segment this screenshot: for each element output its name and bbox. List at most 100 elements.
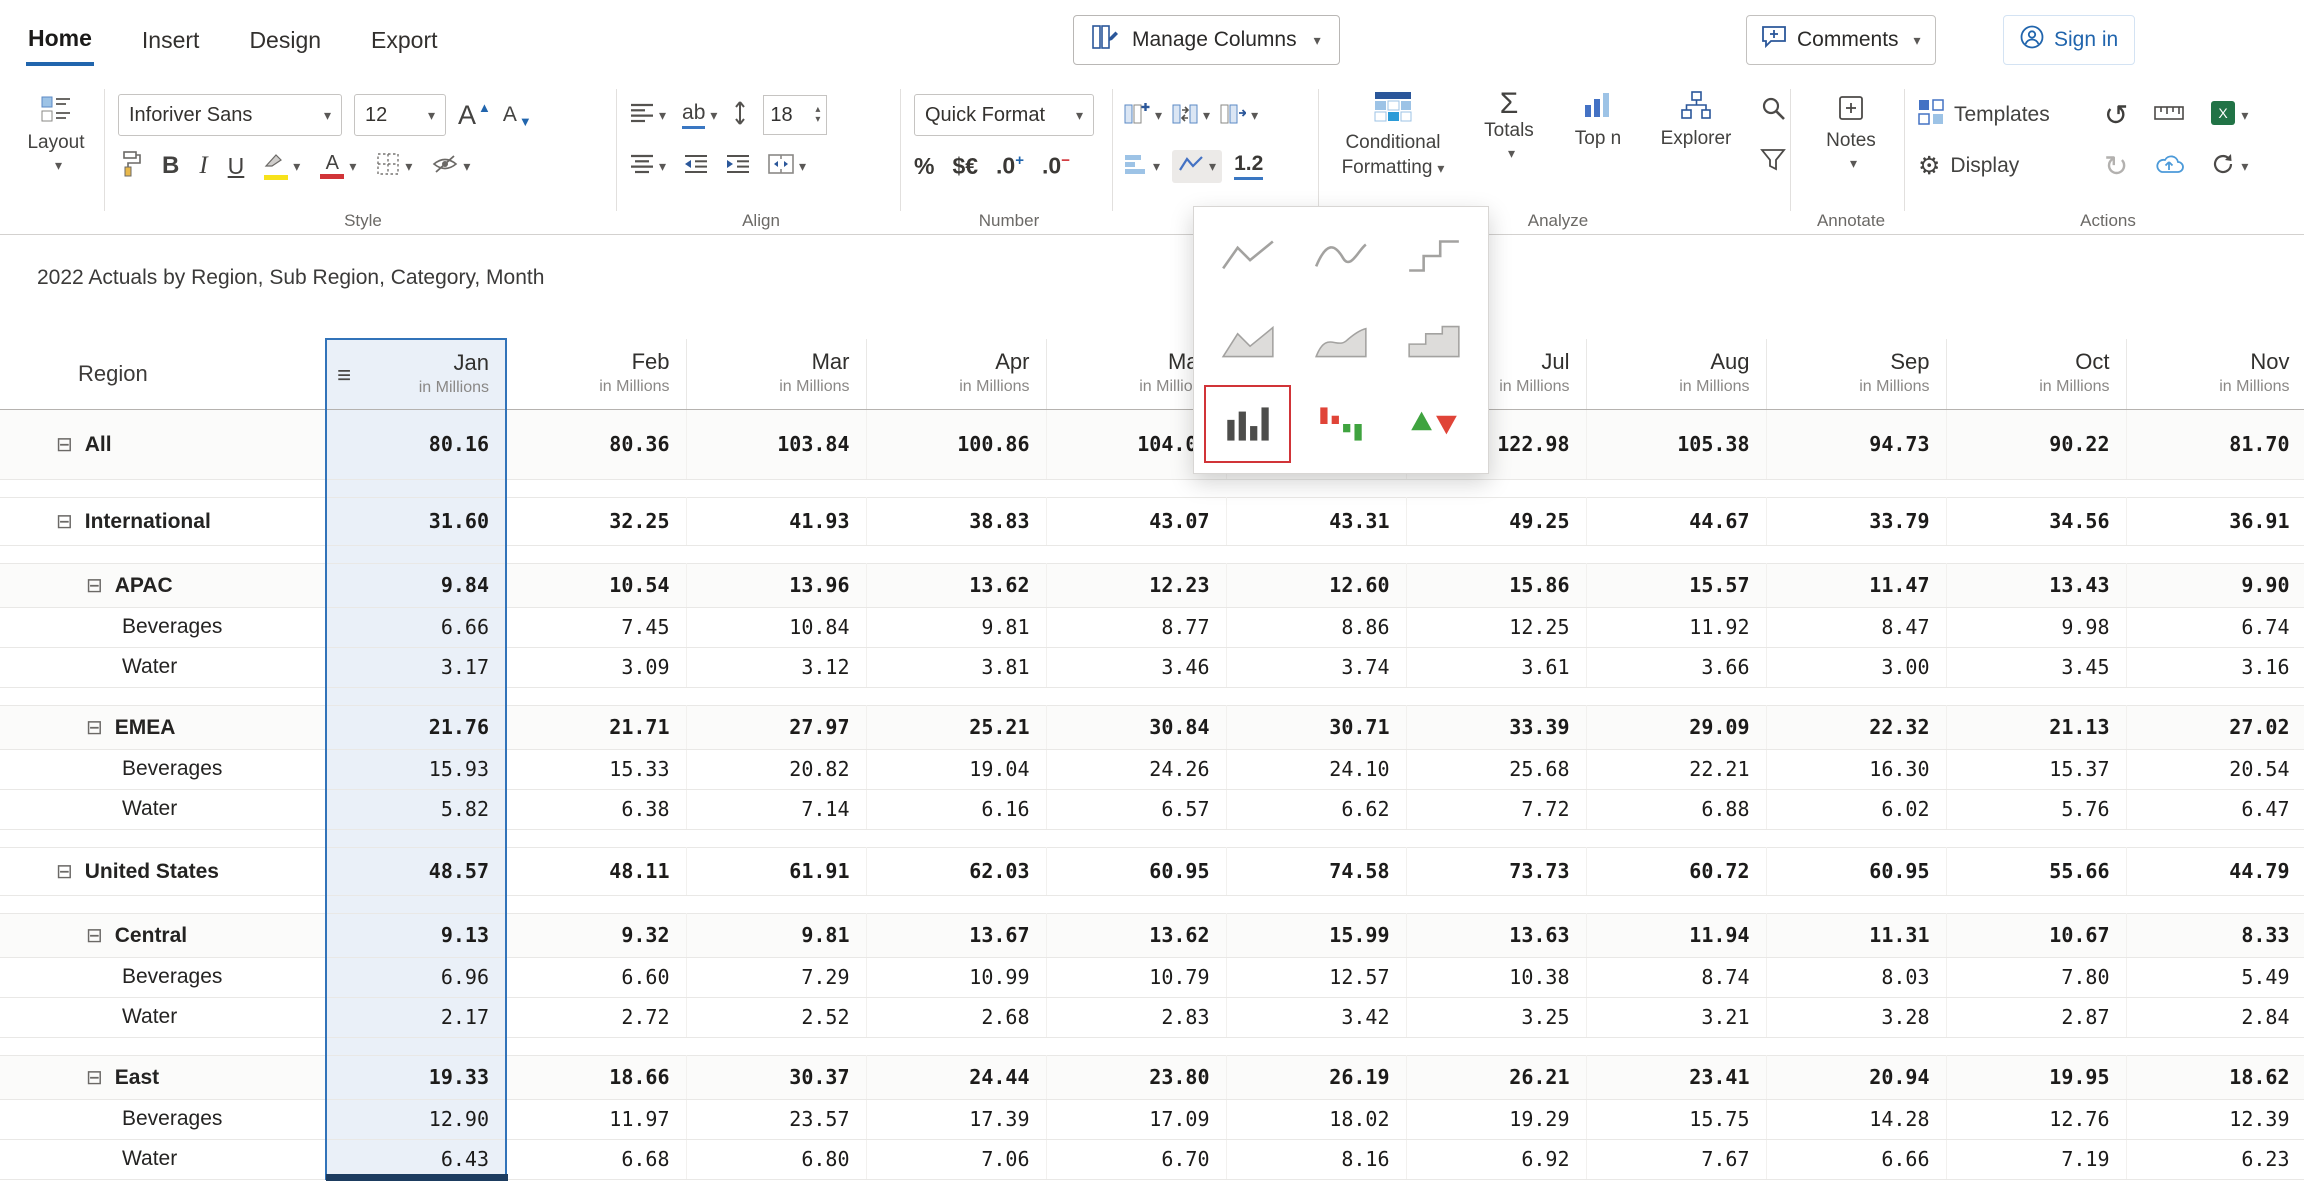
collapse-icon[interactable]: ⊟ (56, 434, 73, 456)
table-cell[interactable]: 11.92 (1586, 607, 1766, 647)
table-cell[interactable]: 15.99 (1226, 913, 1406, 957)
font-size-select[interactable]: 12 ▾ (354, 94, 446, 136)
collapse-icon[interactable]: ⊟ (86, 575, 103, 597)
visibility-button[interactable]: ▾ (432, 154, 470, 179)
conditional-formatting-button[interactable]: Conditional Formatting▾ (1332, 91, 1454, 179)
table-cell[interactable]: 10.67 (1946, 913, 2126, 957)
table-cell[interactable]: 60.72 (1586, 847, 1766, 895)
export-excel-button[interactable]: X▾ (2210, 100, 2248, 131)
row-label[interactable]: Water (0, 789, 326, 829)
table-cell[interactable]: 48.57 (326, 847, 506, 895)
table-cell[interactable]: 23.41 (1586, 1055, 1766, 1099)
sparkline-option-win-loss[interactable] (1297, 385, 1384, 463)
totals-button[interactable]: Σ Totals ▾ (1474, 91, 1544, 162)
table-cell[interactable]: 12.60 (1226, 563, 1406, 607)
table-cell[interactable]: 10.99 (866, 957, 1046, 997)
sparkline-button[interactable]: ▾ (1172, 150, 1222, 183)
shrink-font-button[interactable]: A▼ (503, 103, 532, 127)
table-cell[interactable]: 7.67 (1586, 1139, 1766, 1179)
table-cell[interactable]: 2.83 (1046, 997, 1226, 1037)
table-cell[interactable]: 2.87 (1946, 997, 2126, 1037)
table-cell[interactable]: 20.54 (2126, 749, 2304, 789)
column-header-region[interactable]: Region (0, 339, 326, 409)
table-cell[interactable]: 9.81 (686, 913, 866, 957)
table-cell[interactable]: 6.66 (326, 607, 506, 647)
table-cell[interactable]: 20.82 (686, 749, 866, 789)
filter-button[interactable] (1760, 148, 1786, 177)
table-cell[interactable]: 8.47 (1766, 607, 1946, 647)
row-label[interactable]: Beverages (0, 1099, 326, 1139)
decrease-indent-button[interactable] (684, 154, 708, 179)
table-cell[interactable]: 6.68 (506, 1139, 686, 1179)
table-cell[interactable]: 6.70 (1046, 1139, 1226, 1179)
table-cell[interactable]: 105.38 (1586, 409, 1766, 479)
row-label[interactable]: Beverages (0, 607, 326, 647)
table-cell[interactable]: 12.90 (326, 1099, 506, 1139)
table-cell[interactable]: 27.02 (2126, 705, 2304, 749)
row-label[interactable]: ⊟Central (0, 913, 326, 957)
increase-indent-button[interactable] (726, 154, 750, 179)
table-cell[interactable]: 90.22 (1946, 409, 2126, 479)
row-label[interactable]: Water (0, 1139, 326, 1179)
table-cell[interactable]: 6.74 (2126, 607, 2304, 647)
percent-format-button[interactable]: % (914, 153, 934, 180)
row-label[interactable]: Water (0, 647, 326, 687)
table-cell[interactable]: 43.31 (1226, 497, 1406, 545)
data-bars-button[interactable]: ▾ (1124, 153, 1160, 180)
row-label[interactable]: ⊟United States (0, 847, 326, 895)
table-cell[interactable]: 6.47 (2126, 789, 2304, 829)
table-cell[interactable]: 18.66 (506, 1055, 686, 1099)
table-cell[interactable]: 10.79 (1046, 957, 1226, 997)
table-cell[interactable]: 9.84 (326, 563, 506, 607)
currency-format-button[interactable]: $€ (952, 153, 978, 180)
collapse-icon[interactable]: ⊟ (56, 861, 73, 883)
table-cell[interactable]: 21.76 (326, 705, 506, 749)
table-cell[interactable]: 13.43 (1946, 563, 2126, 607)
wrap-text-button[interactable]: ab ▾ (682, 101, 717, 129)
tab-design[interactable]: Design (247, 17, 323, 64)
table-cell[interactable]: 6.66 (1766, 1139, 1946, 1179)
decimal-places-button[interactable]: 1.2 (1234, 152, 1263, 180)
table-cell[interactable]: 17.09 (1046, 1099, 1226, 1139)
table-cell[interactable]: 12.76 (1946, 1099, 2126, 1139)
row-label[interactable]: ⊟All (0, 409, 326, 479)
move-column-button[interactable]: ▾ (1220, 101, 1258, 130)
table-cell[interactable]: 36.91 (2126, 497, 2304, 545)
table-cell[interactable]: 25.21 (866, 705, 1046, 749)
tab-export[interactable]: Export (369, 17, 439, 64)
table-cell[interactable]: 10.84 (686, 607, 866, 647)
table-cell[interactable]: 34.56 (1946, 497, 2126, 545)
table-cell[interactable]: 23.57 (686, 1099, 866, 1139)
table-cell[interactable]: 33.79 (1766, 497, 1946, 545)
table-cell[interactable]: 33.39 (1406, 705, 1586, 749)
sparkline-option-arrow-markers[interactable] (1391, 385, 1478, 463)
redo-button[interactable]: ↻ (2104, 149, 2128, 184)
horizontal-align-button[interactable]: ▾ (630, 103, 666, 128)
row-label[interactable]: ⊟EMEA (0, 705, 326, 749)
table-cell[interactable]: 2.17 (326, 997, 506, 1037)
increase-decimal-button[interactable]: .0+ (996, 152, 1024, 180)
table-cell[interactable]: 19.29 (1406, 1099, 1586, 1139)
refresh-button[interactable]: ▾ (2210, 151, 2248, 182)
table-cell[interactable]: 26.19 (1226, 1055, 1406, 1099)
table-cell[interactable]: 73.73 (1406, 847, 1586, 895)
table-cell[interactable]: 3.00 (1766, 647, 1946, 687)
table-cell[interactable]: 11.47 (1766, 563, 1946, 607)
table-cell[interactable]: 103.84 (686, 409, 866, 479)
table-cell[interactable]: 24.44 (866, 1055, 1046, 1099)
table-cell[interactable]: 29.09 (1586, 705, 1766, 749)
table-cell[interactable]: 3.66 (1586, 647, 1766, 687)
table-cell[interactable]: 6.80 (686, 1139, 866, 1179)
table-cell[interactable]: 6.92 (1406, 1139, 1586, 1179)
table-cell[interactable]: 8.74 (1586, 957, 1766, 997)
table-cell[interactable]: 3.09 (506, 647, 686, 687)
row-label[interactable]: Beverages (0, 957, 326, 997)
add-column-button[interactable]: ▾ (1124, 101, 1162, 130)
collapse-icon[interactable]: ⊟ (56, 511, 73, 533)
table-cell[interactable]: 7.14 (686, 789, 866, 829)
table-cell[interactable]: 55.66 (1946, 847, 2126, 895)
bold-button[interactable]: B (162, 152, 179, 180)
table-cell[interactable]: 3.17 (326, 647, 506, 687)
column-header-aug[interactable]: Augin Millions (1586, 339, 1766, 409)
table-cell[interactable]: 3.12 (686, 647, 866, 687)
